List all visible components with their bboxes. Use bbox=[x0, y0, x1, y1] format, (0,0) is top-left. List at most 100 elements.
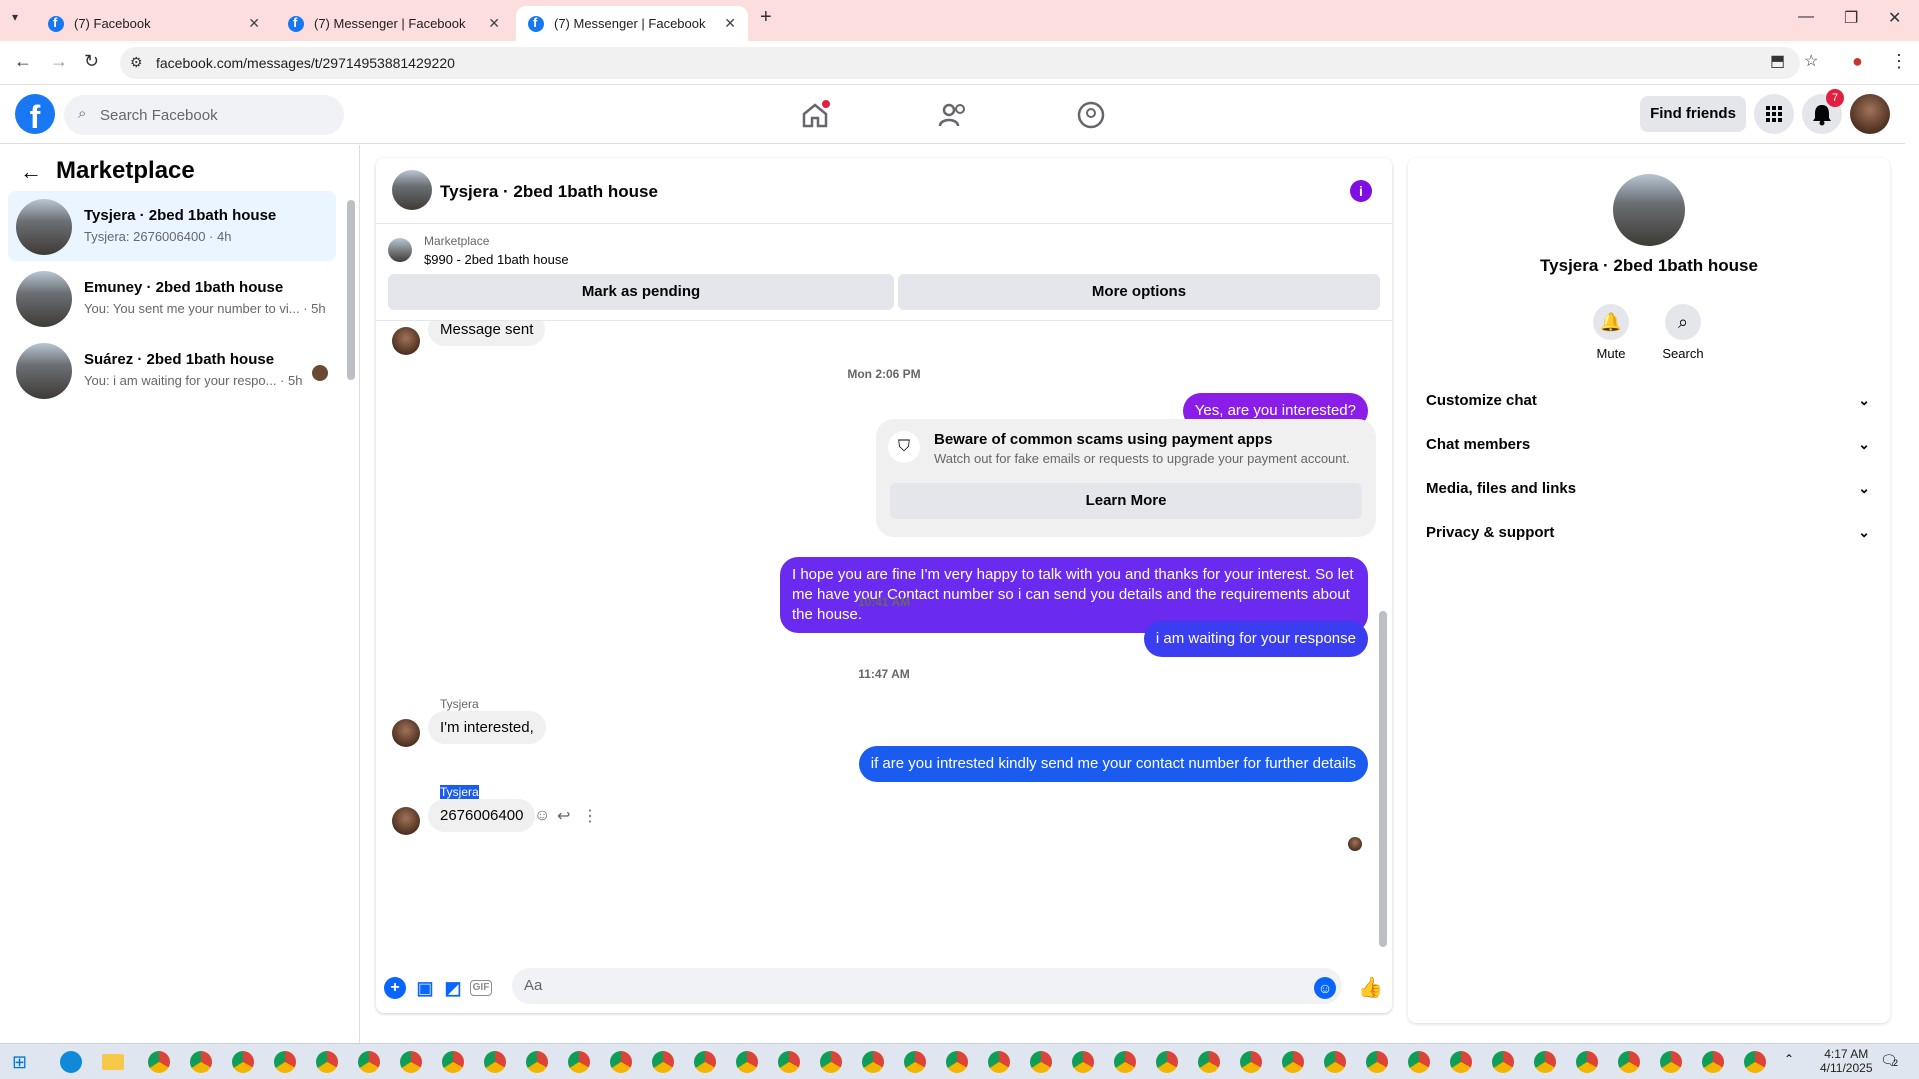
chrome-taskbar-icon[interactable] bbox=[1702, 1051, 1724, 1073]
sidebar-scrollbar[interactable] bbox=[347, 200, 355, 380]
emoji-icon[interactable]: ☺ bbox=[1314, 977, 1336, 999]
chrome-taskbar-icon[interactable] bbox=[1660, 1051, 1682, 1073]
message-bubble[interactable]: 2676006400 bbox=[428, 799, 536, 832]
menu-grid-button[interactable] bbox=[1754, 94, 1794, 134]
edge-icon[interactable] bbox=[60, 1051, 82, 1073]
more-actions-icon[interactable]: ⋮ bbox=[582, 806, 598, 826]
browser-tab-3[interactable]: (7) Messenger | Facebook ✕ bbox=[516, 6, 748, 41]
learn-more-button[interactable]: Learn More bbox=[890, 483, 1362, 519]
chrome-taskbar-icon[interactable] bbox=[442, 1051, 464, 1073]
chrome-taskbar-icon[interactable] bbox=[988, 1051, 1010, 1073]
close-tab-icon[interactable]: ✕ bbox=[724, 15, 736, 32]
facebook-logo-icon[interactable]: f bbox=[15, 94, 55, 134]
chrome-taskbar-icon[interactable] bbox=[904, 1051, 926, 1073]
search-button[interactable]: ⌕ Search bbox=[1643, 304, 1723, 361]
chrome-taskbar-icon[interactable] bbox=[1618, 1051, 1640, 1073]
chrome-taskbar-icon[interactable] bbox=[1576, 1051, 1598, 1073]
windows-start-icon[interactable]: ⊞ bbox=[12, 1052, 27, 1073]
chrome-taskbar-icon[interactable] bbox=[820, 1051, 842, 1073]
chrome-taskbar-icon[interactable] bbox=[190, 1051, 212, 1073]
chrome-taskbar-icon[interactable] bbox=[610, 1051, 632, 1073]
new-tab-icon[interactable]: + bbox=[760, 6, 772, 29]
url-text[interactable]: facebook.com/messages/t/2971495388142922… bbox=[156, 55, 455, 71]
chrome-taskbar-icon[interactable] bbox=[1198, 1051, 1220, 1073]
sticker-icon[interactable]: ◩ bbox=[442, 977, 464, 999]
chrome-taskbar-icon[interactable] bbox=[232, 1051, 254, 1073]
message-scrollbar[interactable] bbox=[1379, 611, 1387, 947]
restore-icon[interactable]: ❐ bbox=[1844, 8, 1858, 28]
chrome-taskbar-icon[interactable] bbox=[1030, 1051, 1052, 1073]
minimize-icon[interactable]: — bbox=[1798, 8, 1814, 26]
menu-dots-icon[interactable]: ⋮ bbox=[1890, 51, 1908, 72]
chrome-taskbar-icon[interactable] bbox=[652, 1051, 674, 1073]
file-explorer-icon[interactable] bbox=[102, 1054, 124, 1070]
photo-icon[interactable]: ▣ bbox=[414, 977, 436, 999]
react-icon[interactable]: ☺ bbox=[534, 807, 550, 825]
chrome-taskbar-icon[interactable] bbox=[946, 1051, 968, 1073]
browser-tab-2[interactable]: (7) Messenger | Facebook ✕ bbox=[276, 6, 512, 41]
chrome-taskbar-icon[interactable] bbox=[1324, 1051, 1346, 1073]
chrome-taskbar-icon[interactable] bbox=[274, 1051, 296, 1073]
install-icon[interactable]: ⬒ bbox=[1770, 51, 1785, 71]
chrome-taskbar-icon[interactable] bbox=[568, 1051, 590, 1073]
chrome-taskbar-icon[interactable] bbox=[1156, 1051, 1178, 1073]
conversation-item[interactable]: Suárez · 2bed 1bath house You: i am wait… bbox=[8, 335, 336, 405]
reload-icon[interactable]: ↻ bbox=[84, 51, 99, 72]
message-bubble[interactable]: I'm interested, bbox=[428, 711, 546, 744]
chrome-taskbar-icon[interactable] bbox=[526, 1051, 548, 1073]
privacy-support-row[interactable]: Privacy & support ⌄ bbox=[1426, 524, 1874, 548]
bookmark-star-icon[interactable]: ☆ bbox=[1804, 51, 1818, 71]
friends-icon[interactable] bbox=[938, 100, 968, 130]
chrome-taskbar-icon[interactable] bbox=[1240, 1051, 1262, 1073]
more-options-button[interactable]: More options bbox=[898, 274, 1380, 310]
system-clock[interactable]: 4:17 AM 4/11/2025 bbox=[1820, 1047, 1873, 1075]
conversation-item[interactable]: Tysjera · 2bed 1bath house Tysjera: 2676… bbox=[8, 191, 336, 261]
chrome-taskbar-icon[interactable] bbox=[1072, 1051, 1094, 1073]
chrome-taskbar-icon[interactable] bbox=[1366, 1051, 1388, 1073]
chat-title[interactable]: Tysjera · 2bed 1bath house bbox=[440, 182, 658, 202]
chrome-taskbar-icon[interactable] bbox=[148, 1051, 170, 1073]
conversation-item[interactable]: Emuney · 2bed 1bath house You: You sent … bbox=[8, 263, 336, 333]
close-tab-icon[interactable]: ✕ bbox=[248, 15, 260, 32]
chrome-taskbar-icon[interactable] bbox=[862, 1051, 884, 1073]
media-files-row[interactable]: Media, files and links ⌄ bbox=[1426, 480, 1874, 504]
home-icon[interactable] bbox=[800, 100, 830, 130]
groups-icon[interactable] bbox=[1076, 100, 1106, 130]
like-icon[interactable]: 👍 bbox=[1358, 977, 1383, 999]
search-input[interactable]: ⌕ Search Facebook bbox=[64, 95, 344, 135]
chrome-taskbar-icon[interactable] bbox=[1282, 1051, 1304, 1073]
chrome-taskbar-icon[interactable] bbox=[1492, 1051, 1514, 1073]
message-bubble[interactable]: i am waiting for your response bbox=[1143, 621, 1368, 657]
account-avatar[interactable] bbox=[1850, 94, 1890, 134]
tab-search-icon[interactable]: ▾ bbox=[12, 10, 18, 24]
chrome-taskbar-icon[interactable] bbox=[358, 1051, 380, 1073]
close-window-icon[interactable]: ✕ bbox=[1888, 8, 1901, 28]
plus-icon[interactable]: + bbox=[384, 977, 406, 999]
tray-chevron-icon[interactable]: ⌃ bbox=[1784, 1052, 1794, 1066]
chrome-taskbar-icon[interactable] bbox=[736, 1051, 758, 1073]
chrome-taskbar-icon[interactable] bbox=[1450, 1051, 1472, 1073]
chrome-taskbar-icon[interactable] bbox=[316, 1051, 338, 1073]
chat-avatar[interactable] bbox=[392, 170, 432, 210]
back-icon[interactable]: ← bbox=[14, 51, 32, 72]
info-icon[interactable]: i bbox=[1350, 180, 1372, 202]
chrome-taskbar-icon[interactable] bbox=[1744, 1051, 1766, 1073]
browser-tab-1[interactable]: (7) Facebook ✕ bbox=[36, 6, 272, 41]
mute-button[interactable]: 🔔 Mute bbox=[1571, 304, 1651, 361]
chrome-taskbar-icon[interactable] bbox=[484, 1051, 506, 1073]
mark-pending-button[interactable]: Mark as pending bbox=[388, 274, 894, 310]
listing-price[interactable]: $990 - 2bed 1bath house bbox=[424, 252, 569, 267]
back-arrow-icon[interactable]: ← bbox=[20, 159, 42, 185]
chat-members-row[interactable]: Chat members ⌄ bbox=[1426, 436, 1874, 460]
chrome-taskbar-icon[interactable] bbox=[778, 1051, 800, 1073]
chrome-taskbar-icon[interactable] bbox=[694, 1051, 716, 1073]
chrome-taskbar-icon[interactable] bbox=[1534, 1051, 1556, 1073]
gif-icon[interactable]: GIF bbox=[470, 980, 492, 996]
customize-chat-row[interactable]: Customize chat ⌄ bbox=[1426, 392, 1874, 416]
site-info-icon[interactable]: ⚙ bbox=[130, 54, 143, 71]
message-input[interactable]: Aa bbox=[512, 968, 1342, 1004]
message-bubble[interactable]: if are you intrested kindly send me your… bbox=[858, 746, 1368, 782]
chat-avatar-large[interactable] bbox=[1613, 174, 1685, 246]
close-tab-icon[interactable]: ✕ bbox=[488, 15, 500, 32]
chrome-taskbar-icon[interactable] bbox=[400, 1051, 422, 1073]
